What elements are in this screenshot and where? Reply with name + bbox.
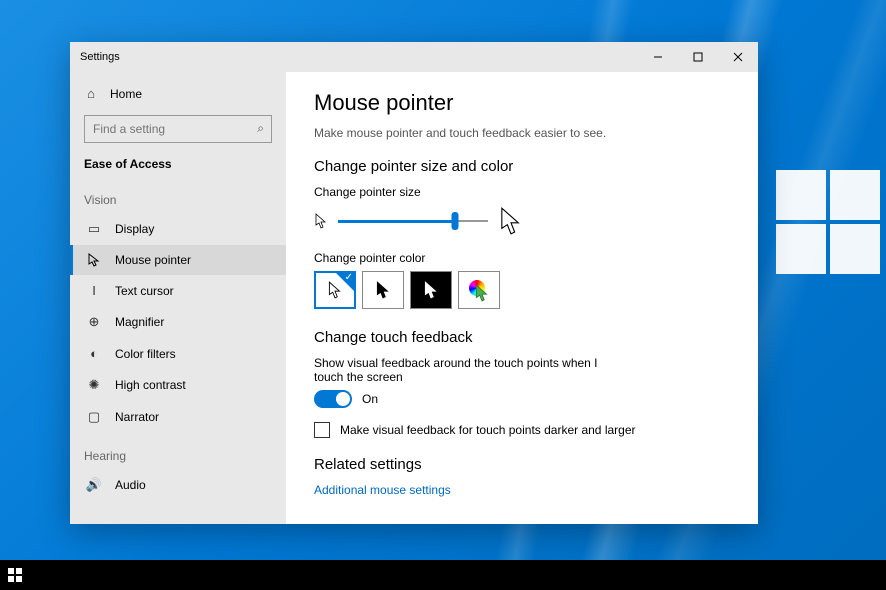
settings-window: Settings ⌂ Home ⌕ Ease of Access Vi [70, 42, 758, 524]
windows-start-icon [8, 568, 22, 582]
home-label: Home [110, 87, 142, 101]
pointer-color-custom[interactable] [458, 271, 500, 309]
group-vision: Vision [70, 177, 286, 213]
touch-toggle-label: Show visual feedback around the touch po… [314, 356, 624, 384]
minimize-button[interactable] [638, 42, 678, 72]
slider-thumb[interactable] [452, 212, 459, 230]
sidebar-item-label: Narrator [115, 410, 159, 424]
label-pointer-color: Change pointer color [314, 251, 730, 265]
pointer-color-inverted[interactable] [410, 271, 452, 309]
section-touch-feedback: Change touch feedback [314, 329, 730, 346]
titlebar: Settings [70, 42, 758, 72]
search-input[interactable] [84, 115, 272, 143]
cursor-large-icon [498, 205, 524, 237]
sidebar-item-display[interactable]: ▭ Display [70, 213, 286, 245]
start-button[interactable] [0, 560, 30, 590]
close-button[interactable] [718, 42, 758, 72]
page-subtitle: Make mouse pointer and touch feedback ea… [314, 126, 730, 140]
color-filters-icon: ◐ [87, 346, 101, 361]
sidebar-item-label: Text cursor [115, 284, 174, 298]
section-size-color: Change pointer size and color [314, 158, 730, 175]
darker-larger-checkbox[interactable] [314, 422, 330, 438]
narrator-icon: ▢ [87, 409, 101, 425]
group-hearing: Hearing [70, 433, 286, 469]
cursor-icon [87, 253, 101, 267]
maximize-button[interactable] [678, 42, 718, 72]
label-pointer-size: Change pointer size [314, 185, 730, 199]
sidebar-item-label: Audio [115, 478, 146, 492]
sidebar-item-audio[interactable]: 🔊 Audio [70, 469, 286, 501]
search-icon: ⌕ [257, 121, 264, 136]
sidebar-item-high-contrast[interactable]: ✺ High contrast [70, 369, 286, 401]
sidebar-item-label: Display [115, 222, 154, 236]
display-icon: ▭ [87, 221, 101, 237]
text-cursor-icon: I [87, 283, 101, 298]
magnifier-icon: ⊕ [87, 314, 101, 330]
sidebar-item-magnifier[interactable]: ⊕ Magnifier [70, 306, 286, 338]
sidebar-item-narrator[interactable]: ▢ Narrator [70, 401, 286, 433]
sidebar-item-text-cursor[interactable]: I Text cursor [70, 275, 286, 306]
sidebar-item-color-filters[interactable]: ◐ Color filters [70, 338, 286, 369]
cursor-small-icon [314, 212, 328, 230]
audio-icon: 🔊 [87, 477, 101, 493]
checkbox-label: Make visual feedback for touch points da… [340, 423, 636, 437]
sidebar-item-label: Magnifier [115, 315, 164, 329]
high-contrast-icon: ✺ [87, 377, 101, 393]
windows-logo [776, 170, 886, 280]
home-nav[interactable]: ⌂ Home [70, 80, 286, 107]
page-title: Mouse pointer [314, 90, 730, 116]
sidebar-item-mouse-pointer[interactable]: Mouse pointer [70, 245, 286, 275]
pointer-color-black[interactable] [362, 271, 404, 309]
sidebar-item-label: High contrast [115, 378, 186, 392]
sidebar-item-label: Mouse pointer [115, 253, 191, 267]
window-title: Settings [80, 51, 120, 63]
pointer-color-white[interactable] [314, 271, 356, 309]
taskbar[interactable] [0, 560, 886, 590]
category-label: Ease of Access [70, 151, 286, 177]
toggle-state: On [362, 392, 378, 406]
section-related: Related settings [314, 456, 730, 473]
sidebar: ⌂ Home ⌕ Ease of Access Vision ▭ Display… [70, 72, 286, 524]
home-icon: ⌂ [84, 86, 98, 101]
touch-feedback-toggle[interactable] [314, 390, 352, 408]
pointer-size-slider[interactable] [338, 211, 488, 231]
content-pane: Mouse pointer Make mouse pointer and tou… [286, 72, 758, 524]
additional-mouse-settings-link[interactable]: Additional mouse settings [314, 483, 730, 497]
sidebar-item-label: Color filters [115, 347, 176, 361]
